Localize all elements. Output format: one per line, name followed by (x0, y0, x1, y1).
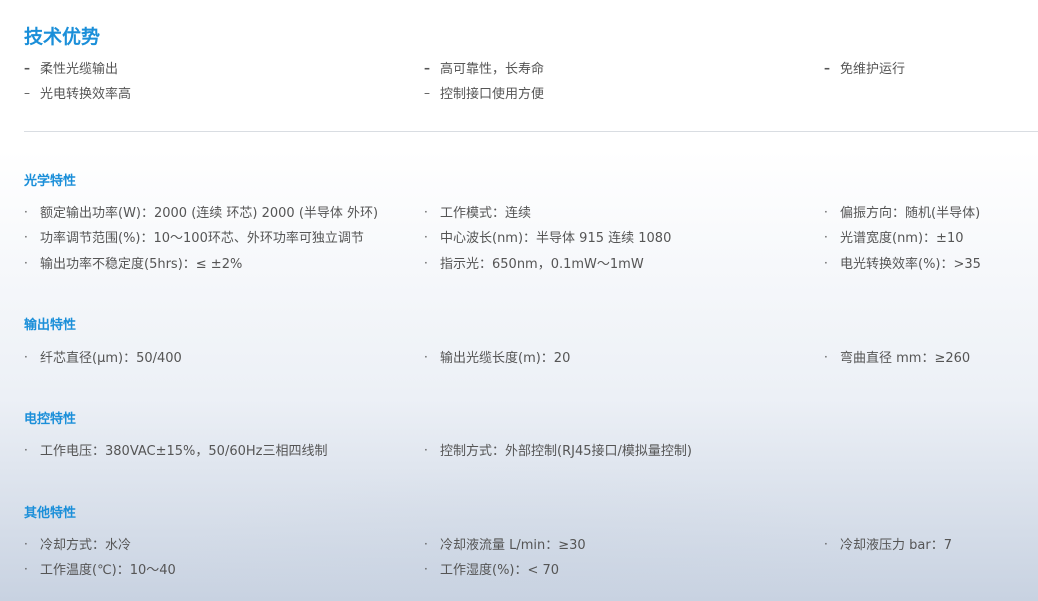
dot-bullet: · (424, 229, 428, 244)
dot-bullet: · (424, 204, 428, 219)
spec-text: 控制方式：外部控制(RJ45接口/模拟量控制) (440, 444, 692, 459)
divider (24, 131, 1038, 132)
advantage-text: 免维护运行 (840, 62, 906, 77)
spec-text: 工作温度(℃)：10～40 (40, 563, 176, 578)
dot-bullet: · (24, 561, 28, 576)
section-title-other: 其他特性 (24, 506, 77, 521)
section-title-optical: 光学特性 (24, 174, 77, 189)
spec-item: · 输出光缆长度(m)：20 (424, 347, 571, 367)
dash-bullet: – (24, 85, 30, 100)
spec-item: · 偏振方向：随机(半导体) (824, 202, 981, 222)
dot-bullet: · (24, 349, 28, 364)
spec-item: · 工作电压：380VAC±15%，50/60Hz三相四线制 (24, 440, 328, 460)
dot-bullet: · (824, 349, 828, 364)
spec-item: · 冷却液压力 bar：7 (824, 534, 952, 554)
advantage-text: 高可靠性，长寿命 (440, 62, 545, 77)
spec-item: · 光谱宽度(nm)：±10 (824, 227, 964, 247)
section-title-electric: 电控特性 (24, 412, 77, 427)
spec-text: 电光转换效率(%)：>35 (840, 257, 981, 272)
spec-text: 指示光：650nm，0.1mW～1mW (440, 257, 644, 272)
spec-item: · 输出功率不稳定度(5hrs)：≤ ±2% (24, 253, 243, 273)
dot-bullet: · (24, 442, 28, 457)
advantage-item: – 柔性光缆输出 (24, 58, 119, 78)
spec-item: · 纤芯直径(μm)：50/400 (24, 347, 182, 367)
spec-item: · 中心波长(nm)：半导体 915 连续 1080 (424, 227, 672, 247)
spec-text: 冷却液流量 L/min：≥30 (440, 538, 586, 553)
dot-bullet: · (824, 229, 828, 244)
advantage-item: – 高可靠性，长寿命 (424, 58, 545, 78)
dot-bullet: · (24, 229, 28, 244)
section-title-output: 输出特性 (24, 318, 77, 333)
spec-item: · 工作温度(℃)：10～40 (24, 559, 176, 579)
spec-text: 功率调节范围(%)：10～100环芯、外环功率可独立调节 (40, 231, 364, 246)
spec-text: 额定输出功率(W)：2000 (连续 环芯) 2000 (半导体 外环) (40, 206, 379, 221)
spec-item: · 弯曲直径 mm：≥260 (824, 347, 971, 367)
spec-text: 工作电压：380VAC±15%，50/60Hz三相四线制 (40, 444, 328, 459)
spec-item: · 工作湿度(%)：< 70 (424, 559, 560, 579)
advantage-item: – 免维护运行 (824, 58, 906, 78)
dot-bullet: · (424, 536, 428, 551)
spec-item: · 电光转换效率(%)：>35 (824, 253, 981, 273)
dot-bullet: · (824, 255, 828, 270)
spec-text: 中心波长(nm)：半导体 915 连续 1080 (440, 231, 672, 246)
spec-item: · 控制方式：外部控制(RJ45接口/模拟量控制) (424, 440, 692, 460)
spec-text: 光谱宽度(nm)：±10 (840, 231, 964, 246)
advantage-item: – 控制接口使用方便 (424, 83, 545, 103)
dash-bullet: – (24, 60, 30, 75)
spec-item: · 指示光：650nm，0.1mW～1mW (424, 253, 644, 273)
spec-text: 工作模式：连续 (440, 206, 532, 221)
advantage-text: 柔性光缆输出 (40, 62, 119, 77)
spec-text: 冷却方式：水冷 (40, 538, 132, 553)
dot-bullet: · (424, 255, 428, 270)
spec-text: 冷却液压力 bar：7 (840, 538, 952, 553)
dot-bullet: · (424, 442, 428, 457)
spec-text: 偏振方向：随机(半导体) (840, 206, 981, 221)
dot-bullet: · (424, 561, 428, 576)
dot-bullet: · (24, 536, 28, 551)
dash-bullet: – (424, 85, 430, 100)
dot-bullet: · (424, 349, 428, 364)
dot-bullet: · (24, 255, 28, 270)
dot-bullet: · (24, 204, 28, 219)
page-title: 技术优势 (24, 26, 101, 48)
dash-bullet: – (424, 60, 430, 75)
advantage-text: 控制接口使用方便 (440, 87, 545, 102)
spec-text: 弯曲直径 mm：≥260 (840, 351, 971, 366)
spec-text: 输出功率不稳定度(5hrs)：≤ ±2% (40, 257, 243, 272)
dot-bullet: · (824, 536, 828, 551)
spec-item: · 冷却方式：水冷 (24, 534, 132, 554)
spec-text: 纤芯直径(μm)：50/400 (40, 351, 182, 366)
spec-item: · 工作模式：连续 (424, 202, 532, 222)
spec-item: · 额定输出功率(W)：2000 (连续 环芯) 2000 (半导体 外环) (24, 202, 379, 222)
advantage-item: – 光电转换效率高 (24, 83, 132, 103)
spec-text: 工作湿度(%)：< 70 (440, 563, 560, 578)
spec-item: · 功率调节范围(%)：10～100环芯、外环功率可独立调节 (24, 227, 364, 247)
dash-bullet: – (824, 60, 830, 75)
spec-item: · 冷却液流量 L/min：≥30 (424, 534, 586, 554)
dot-bullet: · (824, 204, 828, 219)
advantage-text: 光电转换效率高 (40, 87, 132, 102)
spec-text: 输出光缆长度(m)：20 (440, 351, 571, 366)
